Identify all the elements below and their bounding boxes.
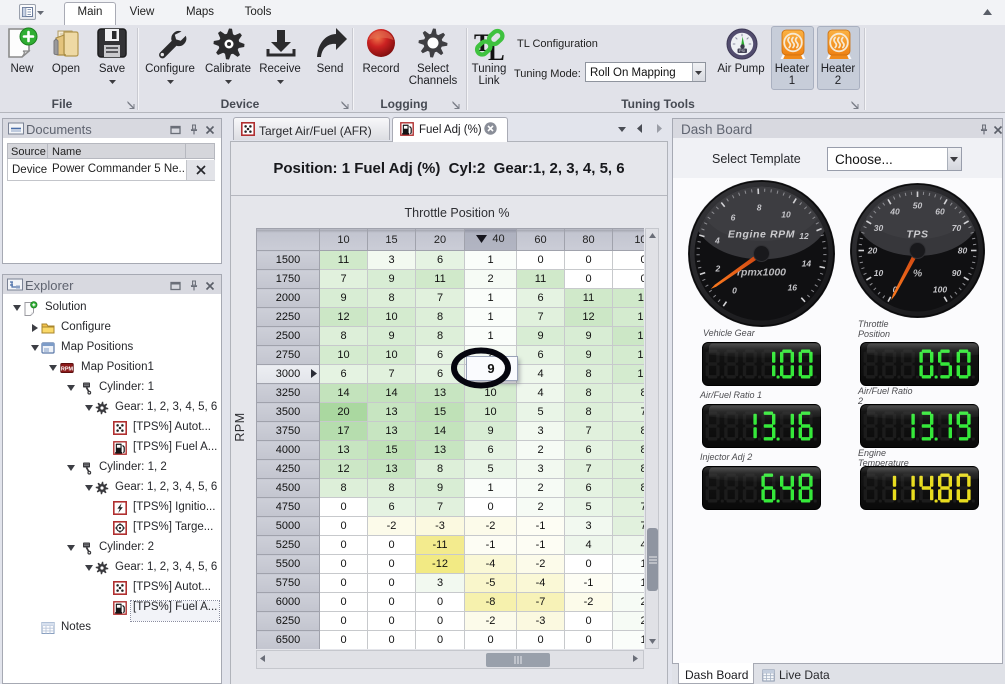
svg-text:4: 4 (714, 235, 720, 245)
svg-text:90: 90 (952, 268, 962, 278)
svg-text:70: 70 (952, 223, 962, 233)
svg-text:16: 16 (788, 283, 798, 293)
svg-text:TPS: TPS (906, 229, 928, 241)
svg-text:10: 10 (874, 268, 884, 278)
svg-text:2: 2 (715, 263, 721, 273)
svg-text:20: 20 (867, 246, 878, 256)
svg-text:60: 60 (935, 207, 945, 217)
svg-text:RPM: RPM (61, 367, 74, 373)
svg-text:100: 100 (933, 285, 947, 295)
svg-text:12: 12 (799, 231, 809, 241)
svg-text:PSI: PSI (739, 49, 745, 53)
svg-text:80: 80 (958, 246, 968, 256)
svg-text:rpmx1000: rpmx1000 (737, 267, 786, 279)
svg-text:6: 6 (731, 212, 736, 222)
svg-text:50: 50 (913, 201, 923, 211)
svg-text:%: % (913, 268, 923, 280)
svg-text:40: 40 (889, 207, 900, 217)
svg-text:0: 0 (732, 286, 737, 296)
svg-text:14: 14 (802, 259, 812, 269)
svg-text:10: 10 (781, 210, 791, 220)
svg-text:30: 30 (874, 223, 884, 233)
svg-text:8: 8 (757, 203, 762, 213)
svg-text:Engine RPM: Engine RPM (728, 229, 795, 241)
